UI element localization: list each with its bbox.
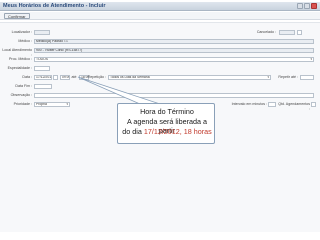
data-input[interactable]: 17/12/2012 <box>34 75 52 80</box>
cancelado-label: Cancelado : <box>256 30 276 34</box>
medico-label: Médico : <box>18 39 32 43</box>
ate-label: até <box>71 75 77 79</box>
window-titlebar: Meus Horários de Atendimento - Incluir <box>0 2 320 11</box>
prioridade-value: Própria <box>36 102 47 106</box>
observacao-label: Observação : <box>10 93 32 97</box>
local-field: 900 - Twitter Clinic (RS-15877) <box>34 48 314 53</box>
chevron-down-icon: ▾ <box>66 102 68 106</box>
repeticao-select[interactable]: Todos os Dias da Semana ▾ <box>108 75 271 80</box>
repeticao-label: Repetição : <box>87 75 106 79</box>
chevron-down-icon: ▾ <box>267 75 269 79</box>
repeticao-value: Todos os Dias da Semana <box>110 75 150 79</box>
data-fim-label: Data Fim : <box>15 84 32 88</box>
qtd-label: Qtd. Agendamentos : <box>278 102 310 111</box>
tooltip-title: Hora do Término <box>140 107 194 116</box>
minimize-icon[interactable] <box>297 3 303 9</box>
tooltip-line3: do dia 17/12/2012, 18 horas <box>118 127 216 136</box>
encaixe-input[interactable] <box>268 102 276 107</box>
proc-value: TODOS <box>36 57 48 61</box>
data-fim-input[interactable] <box>34 84 52 89</box>
tooltip-date: 17/12/2012, 18 horas <box>143 127 212 136</box>
toolbar: Confirmar <box>0 12 320 20</box>
chevron-down-icon: ▾ <box>310 57 312 61</box>
repetir-ate-label: Repetir até : <box>278 75 298 79</box>
localizador-label: Localizador : <box>11 30 32 34</box>
repetir-ate-input[interactable] <box>300 75 314 80</box>
encaixe-label: Intervalo em minutos : <box>231 102 267 106</box>
maximize-icon[interactable] <box>304 3 310 9</box>
window-title: Meus Horários de Atendimento - Incluir <box>3 3 106 9</box>
medico-field: Médico(a) Padrão T.I. <box>34 39 314 44</box>
calendar-icon[interactable] <box>53 75 58 80</box>
confirm-button[interactable]: Confirmar <box>4 13 30 19</box>
window-controls <box>297 3 317 9</box>
close-icon[interactable] <box>311 3 317 9</box>
tooltip-callout: Hora do Término A agenda será liberada a… <box>117 103 215 144</box>
tooltip-line3-prefix: do dia <box>122 127 142 136</box>
especialidade-label: Especialidade : <box>7 66 32 70</box>
especialidade-field[interactable] <box>34 66 50 71</box>
localizador-field <box>34 30 50 35</box>
prioridade-select[interactable]: Própria ▾ <box>34 102 70 107</box>
cancelado-checkbox[interactable] <box>297 30 302 35</box>
prioridade-label: Prioridade : <box>13 102 32 106</box>
cancelado-field <box>279 30 295 35</box>
hora-inicio-input[interactable]: 09:00 <box>60 75 70 80</box>
proc-select[interactable]: TODOS ▾ <box>34 57 314 62</box>
proc-label: Proc. Médico : <box>9 57 32 61</box>
qtd-input[interactable] <box>311 102 316 107</box>
observacao-input[interactable] <box>34 93 314 98</box>
data-label: Data : <box>22 75 32 79</box>
